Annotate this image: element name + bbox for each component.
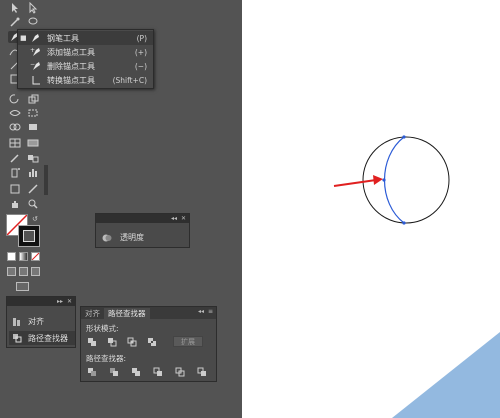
collapsed-panel-group: ▸▸ ✕ 对齐 路径查找器	[6, 296, 76, 348]
column-graph-tool-icon[interactable]	[26, 166, 40, 178]
hand-tool-icon[interactable]	[8, 198, 22, 210]
flyout-item-pen[interactable]: ■ 钢笔工具 (P)	[18, 31, 153, 45]
live-paint-tool-icon[interactable]	[26, 121, 40, 133]
shape-builder-tool-icon[interactable]	[8, 121, 22, 133]
close-icon[interactable]: ✕	[181, 215, 186, 222]
transparency-row[interactable]: 透明度	[102, 232, 144, 243]
align-icon	[13, 317, 20, 326]
artboard-drawing	[333, 135, 500, 418]
selection-tool-icon[interactable]	[8, 2, 22, 14]
crop-icon[interactable]	[153, 367, 163, 377]
expand-panel-icon[interactable]: ▸▸	[57, 298, 63, 305]
flyout-item-shortcut: (P)	[136, 33, 147, 43]
pen-tool-flyout: ■ 钢笔工具 (P) + 添加锚点工具 (+) − 删除锚点工具 (−) 转换锚…	[17, 29, 154, 89]
panel-menu-icon[interactable]: ≡	[208, 308, 213, 315]
intersect-icon[interactable]	[127, 337, 137, 347]
flyout-item-add-anchor[interactable]: + 添加锚点工具 (+)	[18, 45, 153, 59]
panel-header[interactable]: ◂◂ ✕	[96, 214, 189, 223]
gradient-mode-icon[interactable]	[19, 252, 28, 261]
annotation-arrow-line	[333, 179, 377, 187]
flyout-item-label: 删除锚点工具	[47, 61, 95, 71]
screen-mode-icon[interactable]	[16, 282, 29, 291]
selected-bullet-icon: ■	[20, 34, 27, 42]
panel-item-align[interactable]: 对齐	[12, 316, 44, 327]
transparency-icon	[102, 234, 112, 241]
artboard[interactable]	[242, 0, 500, 418]
magic-wand-tool-icon[interactable]	[8, 16, 22, 28]
outline-icon[interactable]	[175, 367, 185, 377]
convert-anchor-point-icon	[32, 76, 40, 85]
free-transform-tool-icon[interactable]	[26, 107, 40, 119]
watermark-corner	[392, 332, 500, 418]
anchor-point-bottom[interactable]	[402, 221, 406, 225]
curved-path[interactable]	[384, 136, 405, 224]
collapse-icon[interactable]: ◂◂	[198, 308, 204, 315]
exclude-icon[interactable]	[147, 337, 157, 347]
merge-icon[interactable]	[131, 367, 141, 377]
stroke-swatch[interactable]	[18, 225, 40, 247]
trim-icon[interactable]	[109, 367, 119, 377]
pathfinder-panel: 对齐 路径查找器 ◂◂ ≡ 形状模式: 扩展 路径查找器:	[80, 306, 217, 382]
none-mode-icon[interactable]	[31, 252, 40, 261]
swap-colors-icon[interactable]: ↺	[32, 215, 40, 223]
delete-anchor-point-icon: −	[30, 61, 40, 70]
tab-pathfinder[interactable]: 路径查找器	[104, 308, 150, 319]
draw-behind-icon[interactable]	[19, 267, 28, 276]
tab-align[interactable]: 对齐	[81, 308, 104, 319]
flyout-item-label: 转换锚点工具	[47, 75, 95, 85]
anchor-point-left[interactable]	[382, 178, 386, 182]
draw-inside-icon[interactable]	[31, 267, 40, 276]
flyout-item-shortcut: (+)	[134, 47, 147, 57]
flyout-item-convert-anchor[interactable]: 转换锚点工具 (Shift+C)	[18, 73, 153, 87]
flyout-item-delete-anchor[interactable]: − 删除锚点工具 (−)	[18, 59, 153, 73]
panel-dock-handle[interactable]	[44, 165, 48, 195]
expand-button[interactable]: 扩展	[173, 336, 203, 347]
transparency-label: 透明度	[120, 233, 144, 242]
panel-item-pathfinder[interactable]: 路径查找器	[9, 331, 75, 345]
panel-item-label: 路径查找器	[28, 333, 68, 343]
pathfinders-label: 路径查找器:	[86, 354, 127, 363]
panel-header[interactable]: ▸▸ ✕	[7, 297, 75, 306]
gradient-tool-icon[interactable]	[26, 137, 40, 149]
pen-icon	[32, 34, 39, 42]
symbol-sprayer-tool-icon[interactable]	[8, 166, 22, 178]
artboard-tool-icon[interactable]	[8, 183, 22, 195]
transparency-panel: ◂◂ ✕ 透明度	[95, 213, 190, 248]
direct-selection-tool-icon[interactable]	[26, 2, 40, 14]
eyedropper-tool-icon[interactable]	[8, 152, 22, 164]
collapse-icon[interactable]: ◂◂	[171, 215, 177, 222]
shape-modes-label: 形状模式:	[86, 324, 119, 333]
draw-normal-icon[interactable]	[7, 267, 16, 276]
slice-tool-icon[interactable]	[26, 183, 40, 195]
lasso-tool-icon[interactable]	[26, 16, 40, 28]
svg-text:+: +	[30, 47, 35, 54]
flyout-item-label: 添加锚点工具	[47, 47, 95, 57]
panel-item-label: 对齐	[28, 317, 44, 326]
close-icon[interactable]: ✕	[67, 298, 72, 305]
flyout-item-label: 钢笔工具	[47, 33, 79, 43]
pathfinder-icon	[13, 334, 22, 343]
rotate-tool-icon[interactable]	[8, 93, 22, 105]
mesh-tool-icon[interactable]	[8, 137, 22, 149]
svg-text:−: −	[30, 61, 35, 68]
flyout-item-shortcut: (Shift+C)	[112, 75, 147, 85]
annotation-arrow-head	[373, 175, 383, 185]
width-tool-icon[interactable]	[8, 107, 22, 119]
add-anchor-point-icon: +	[30, 47, 40, 56]
minus-front-icon[interactable]	[107, 337, 117, 347]
minus-back-icon[interactable]	[197, 367, 207, 377]
scale-tool-icon[interactable]	[26, 93, 40, 105]
blend-tool-icon[interactable]	[26, 152, 40, 164]
unite-icon[interactable]	[87, 337, 97, 347]
color-mode-icon[interactable]	[7, 252, 16, 261]
zoom-tool-icon[interactable]	[26, 198, 40, 210]
pathfinder-tabs: 对齐 路径查找器 ◂◂ ≡	[81, 307, 216, 319]
anchor-point-top[interactable]	[402, 135, 406, 139]
divide-icon[interactable]	[87, 367, 97, 377]
flyout-item-shortcut: (−)	[134, 61, 147, 71]
